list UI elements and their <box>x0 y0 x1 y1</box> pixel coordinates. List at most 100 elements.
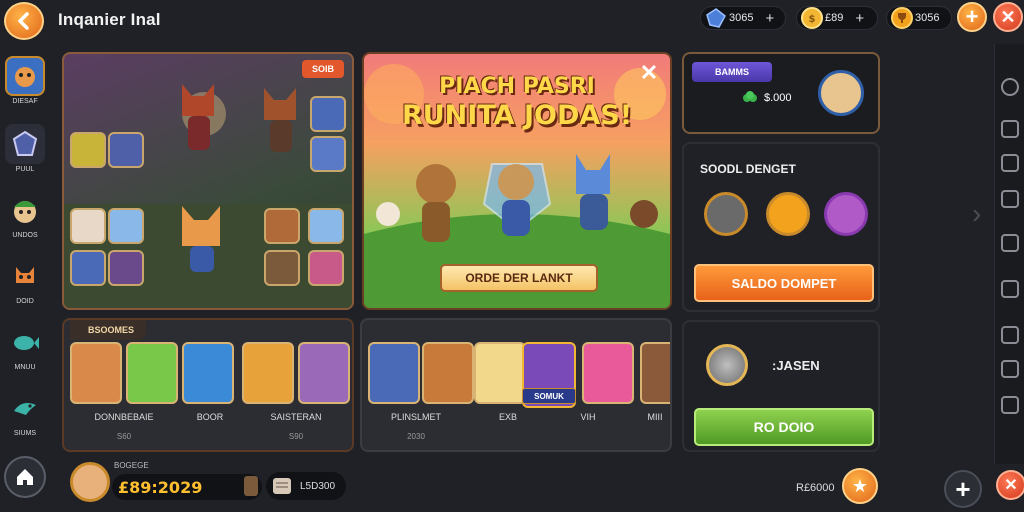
bear-character-icon <box>416 164 456 242</box>
back-button[interactable] <box>4 2 44 40</box>
shop-card[interactable] <box>242 342 294 404</box>
gallery-tile[interactable] <box>70 208 106 244</box>
social-action-button[interactable]: SALDO DOMPET <box>694 264 874 302</box>
shop-card[interactable] <box>474 342 526 404</box>
top-add-button[interactable]: + <box>957 2 987 32</box>
right-toolbar <box>994 44 1024 464</box>
trophy-currency[interactable]: 3056 <box>886 6 952 30</box>
player-level-label: BOGEGE <box>114 461 149 470</box>
card-price: S60 <box>116 432 132 441</box>
settings-icon[interactable] <box>1001 396 1019 414</box>
card-price: S90 <box>288 432 304 441</box>
card-label: PLINSLMET <box>390 412 441 422</box>
grid-icon[interactable] <box>1001 234 1019 252</box>
score-value: R£6000 <box>796 482 835 494</box>
player-avatar[interactable] <box>70 462 110 502</box>
gallery-tile[interactable] <box>108 132 144 168</box>
plus-icon: + <box>955 473 971 504</box>
cat-icon <box>5 256 45 296</box>
shop-card[interactable] <box>126 342 178 404</box>
rail-item-undos[interactable]: UNDOS <box>2 190 48 239</box>
compass-icon[interactable] <box>1001 78 1019 96</box>
rail-item-mnuu[interactable]: MNUU <box>2 322 48 371</box>
shop-card[interactable] <box>640 342 670 404</box>
rail-item-label: PUUL <box>15 166 35 173</box>
shop-card[interactable] <box>70 342 122 404</box>
gallery-tile[interactable] <box>308 250 344 286</box>
friend-avatar[interactable] <box>704 192 748 236</box>
profile-avatar[interactable] <box>818 70 864 116</box>
home-button[interactable] <box>4 456 46 498</box>
selected-card-label: SOMUK <box>522 388 576 404</box>
gallery-tile[interactable] <box>70 250 106 286</box>
gem-currency[interactable]: 3065 + <box>700 6 786 30</box>
gallery-tile[interactable] <box>108 208 144 244</box>
card-price: 2030 <box>407 432 425 441</box>
star-icon: ★ <box>851 475 869 496</box>
map-icon[interactable] <box>1001 280 1019 298</box>
add-gems-icon[interactable]: + <box>765 10 774 27</box>
profile-card: BAMMS $.000 <box>682 52 880 134</box>
close-icon: ✕ <box>639 60 659 85</box>
trophy-amount: 3056 <box>915 12 940 24</box>
profile-tag[interactable]: BAMMS <box>692 62 772 82</box>
gallery-tile[interactable] <box>108 250 144 286</box>
star-button[interactable]: ★ <box>842 468 878 504</box>
profile-gem-value: $.000 <box>764 92 792 104</box>
gallery-tile[interactable] <box>310 136 346 172</box>
add-button[interactable]: + <box>944 470 982 508</box>
item-count: L5D300 <box>300 480 336 492</box>
hedgehog-character-icon <box>630 200 658 228</box>
promo-banner: PIACH PASRI RUNITA JODAS! ✕ ORDE DER LAN… <box>362 52 672 310</box>
shop-card[interactable] <box>298 342 350 404</box>
friend-avatar[interactable] <box>766 192 810 236</box>
shop-section-a: BSOOMES DONNBEBAIE S60 BOOR SAISTERAN S9… <box>62 318 354 452</box>
rail-item-doid[interactable]: DOID <box>2 256 48 305</box>
wolf-character-icon <box>264 88 296 152</box>
shop-section-b: SOMUK PLINSLMET 2030 EXB VIH MIII <box>360 318 672 452</box>
reward-value: :JASEN <box>772 358 820 373</box>
bottom-close-button[interactable]: ✕ <box>996 470 1024 500</box>
coin-currency[interactable]: $ £89 + <box>796 6 878 30</box>
reward-claim-button[interactable]: RO DOIO <box>694 408 874 446</box>
gallery-tile[interactable] <box>70 132 106 168</box>
lantern-icon <box>244 476 258 496</box>
edit-icon[interactable] <box>1001 190 1019 208</box>
shop-card[interactable] <box>368 342 420 404</box>
shop-card[interactable] <box>582 342 634 404</box>
plus-icon: + <box>965 4 979 29</box>
home-icon <box>17 469 33 485</box>
promo-action-button[interactable]: ORDE DER LANKT <box>440 264 598 292</box>
rail-item-siums[interactable]: SIUMS <box>2 388 48 437</box>
trophy-icon <box>891 7 913 29</box>
puppy-character-icon <box>376 202 400 226</box>
pin-icon[interactable] <box>1001 120 1019 138</box>
bag-icon[interactable] <box>1001 326 1019 344</box>
chevron-right-icon[interactable]: › <box>972 198 981 230</box>
friend-avatar[interactable] <box>824 192 868 236</box>
gallery-tile[interactable] <box>308 208 344 244</box>
gallery-tile[interactable] <box>264 208 300 244</box>
gem-amount: 3065 <box>729 12 754 24</box>
top-close-button[interactable]: ✕ <box>993 2 1023 32</box>
gold-coin-icon: $ <box>801 7 823 29</box>
shop-card[interactable] <box>182 342 234 404</box>
promo-close-button[interactable]: ✕ <box>636 60 662 86</box>
gallery-tile[interactable] <box>264 250 300 286</box>
bird-icon <box>5 388 45 428</box>
add-coins-icon[interactable]: + <box>855 10 864 27</box>
shop-card[interactable] <box>422 342 474 404</box>
rail-item-puul[interactable]: PUUL <box>2 124 48 173</box>
rail-item-label: MNUU <box>14 364 36 371</box>
cat-character-icon <box>576 154 610 230</box>
card-label: MIII <box>647 412 663 422</box>
rail-item-label: DIESAF <box>12 98 38 105</box>
list-icon[interactable] <box>1001 360 1019 378</box>
svg-text:$: $ <box>809 14 816 25</box>
gallery-tile[interactable] <box>310 96 346 132</box>
rail-item-diesaf[interactable]: DIESAF <box>2 56 48 105</box>
card-label: VIH <box>580 412 596 422</box>
coin-amount: £89 <box>825 12 844 24</box>
card-label: DONNBEBAIE <box>94 412 154 422</box>
tools-icon[interactable] <box>1001 154 1019 172</box>
